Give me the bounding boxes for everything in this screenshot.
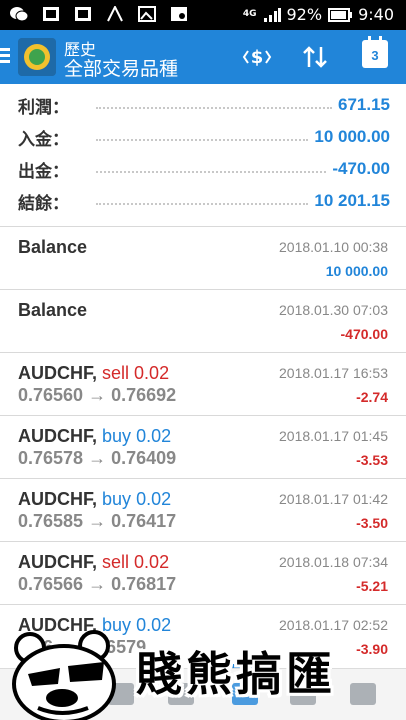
item-symbol: Balance bbox=[18, 237, 88, 257]
network-type: 4G bbox=[242, 9, 257, 19]
app-logo-icon[interactable] bbox=[18, 38, 56, 76]
summary-value: 10 201.15 bbox=[314, 191, 390, 210]
status-bar: 4G 92% 9:40 bbox=[0, 0, 406, 30]
item-symbol: AUDCHF, bbox=[18, 489, 97, 509]
summary-row-balance: 結餘： 10 201.15 bbox=[18, 186, 390, 216]
clock: 9:40 bbox=[358, 5, 394, 24]
item-symbol-line: AUDCHF, buy 0.02 bbox=[18, 426, 171, 447]
item-prices: 0.76566 → 0.76817 bbox=[18, 574, 177, 594]
summary-label: 結餘： bbox=[18, 193, 69, 213]
svg-text:$: $ bbox=[251, 47, 264, 68]
item-symbol-line: AUDCHF, sell 0.02 bbox=[18, 552, 169, 573]
battery-icon bbox=[328, 7, 353, 22]
item-profit: -5.21 bbox=[356, 578, 388, 594]
summary-panel: 利潤： 671.15 入金： 10 000.00 出金： -470.00 結餘：… bbox=[0, 88, 406, 224]
bear-watermark-icon bbox=[12, 630, 116, 720]
toolbar: 歷史 全部交易品種 $ 3 bbox=[0, 30, 406, 84]
item-date: 2018.01.17 01:42 bbox=[279, 491, 388, 507]
item-prices: 0.76560 → 0.76692 bbox=[18, 385, 177, 405]
symbol-filter[interactable]: 全部交易品種 bbox=[64, 54, 178, 81]
item-prices: 0.76578 → 0.76409 bbox=[18, 448, 177, 468]
summary-value: -470.00 bbox=[332, 159, 390, 178]
notification-icons bbox=[10, 6, 188, 22]
item-action: sell bbox=[102, 552, 130, 572]
item-date: 2018.01.17 02:52 bbox=[279, 617, 388, 633]
summary-row-withdrawal: 出金： -470.00 bbox=[18, 154, 390, 184]
item-profit: -470.00 bbox=[340, 326, 388, 342]
item-volume: 0.02 bbox=[136, 489, 172, 509]
image-icon bbox=[43, 7, 59, 21]
item-volume: 0.02 bbox=[134, 363, 170, 383]
item-profit: -2.74 bbox=[356, 389, 388, 405]
item-prices: 0.76585 → 0.76417 bbox=[18, 511, 177, 531]
nav-chat-icon[interactable] bbox=[350, 683, 376, 705]
item-action: sell bbox=[102, 363, 130, 383]
signal-icon bbox=[263, 7, 281, 22]
item-date: 2018.01.17 16:53 bbox=[279, 365, 388, 381]
calendar-icon[interactable]: 3 bbox=[362, 36, 388, 68]
item-date: 2018.01.17 01:45 bbox=[279, 428, 388, 444]
item-symbol: AUDCHF, bbox=[18, 552, 97, 572]
image-icon-2 bbox=[75, 7, 91, 21]
item-profit: 10 000.00 bbox=[325, 263, 388, 279]
item-profit: -3.90 bbox=[356, 641, 388, 657]
status-indicators: 4G 92% 9:40 bbox=[243, 5, 394, 24]
history-item[interactable]: AUDCHF, buy 0.02 0.76578 → 0.76409 2018.… bbox=[0, 415, 406, 477]
item-date: 2018.01.18 07:34 bbox=[279, 554, 388, 570]
item-profit: -3.53 bbox=[356, 452, 388, 468]
item-volume: 0.02 bbox=[134, 552, 170, 572]
item-action: buy bbox=[102, 426, 132, 446]
history-item[interactable]: AUDCHF, buy 0.02 0.76585 → 0.76417 2018.… bbox=[0, 478, 406, 540]
map-icon bbox=[171, 7, 187, 21]
item-action: buy bbox=[102, 489, 132, 509]
item-volume: 0.02 bbox=[136, 615, 172, 635]
summary-label: 入金： bbox=[18, 129, 69, 149]
item-profit: -3.50 bbox=[356, 515, 388, 531]
item-symbol: AUDCHF, bbox=[18, 426, 97, 446]
summary-value: 671.15 bbox=[338, 95, 390, 114]
summary-label: 利潤： bbox=[18, 97, 69, 117]
item-symbol-line: AUDCHF, sell 0.02 bbox=[18, 363, 169, 384]
item-date: 2018.01.10 00:38 bbox=[279, 239, 388, 255]
summary-label: 出金： bbox=[18, 161, 69, 181]
item-date: 2018.01.30 07:03 bbox=[279, 302, 388, 318]
watermark-text: 賤熊搞匯 bbox=[136, 647, 336, 701]
history-item[interactable]: Balance 2018.01.30 07:03 -470.00 bbox=[0, 289, 406, 351]
sort-button[interactable] bbox=[298, 40, 332, 74]
history-item[interactable]: AUDCHF, sell 0.02 0.76566 → 0.76817 2018… bbox=[0, 541, 406, 603]
item-volume: 0.02 bbox=[136, 426, 172, 446]
summary-row-deposit: 入金： 10 000.00 bbox=[18, 122, 390, 152]
dollar-exchange-icon: $ bbox=[242, 47, 272, 68]
app-a-icon bbox=[107, 6, 123, 22]
balance-filter-button[interactable]: $ bbox=[240, 40, 274, 74]
item-symbol: AUDCHF, bbox=[18, 363, 97, 383]
summary-row-profit: 利潤： 671.15 bbox=[18, 90, 390, 120]
menu-icon[interactable] bbox=[0, 48, 10, 64]
history-item[interactable]: Balance 2018.01.10 00:38 10 000.00 bbox=[0, 226, 406, 288]
gallery-icon bbox=[138, 6, 156, 22]
battery-percent: 92% bbox=[286, 5, 323, 24]
history-item[interactable]: AUDCHF, sell 0.02 0.76560 → 0.76692 2018… bbox=[0, 352, 406, 414]
item-symbol-line: AUDCHF, buy 0.02 bbox=[18, 489, 171, 510]
sort-arrows-icon bbox=[303, 46, 327, 68]
summary-value: 10 000.00 bbox=[314, 127, 390, 146]
item-symbol: Balance bbox=[18, 300, 88, 320]
wechat-icon bbox=[10, 7, 28, 22]
